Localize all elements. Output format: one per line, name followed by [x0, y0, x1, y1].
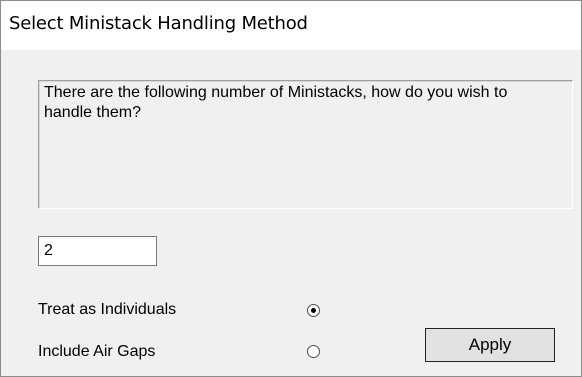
dialog-window: Select Ministack Handling Method There a… — [0, 0, 582, 377]
include-air-gaps-radio[interactable] — [307, 345, 320, 358]
apply-button[interactable]: Apply — [425, 328, 555, 362]
include-air-gaps-label: Include Air Gaps — [38, 343, 156, 360]
ministack-count-field[interactable] — [38, 236, 157, 266]
message-box: There are the following number of Minist… — [38, 80, 573, 209]
radio-selected-dot — [311, 308, 316, 313]
title-bar: Select Ministack Handling Method — [1, 1, 581, 50]
treat-as-individuals-radio[interactable] — [307, 304, 320, 317]
message-text: There are the following number of Minist… — [44, 84, 508, 121]
treat-as-individuals-label: Treat as Individuals — [38, 301, 177, 318]
window-title: Select Ministack Handling Method — [9, 13, 308, 34]
